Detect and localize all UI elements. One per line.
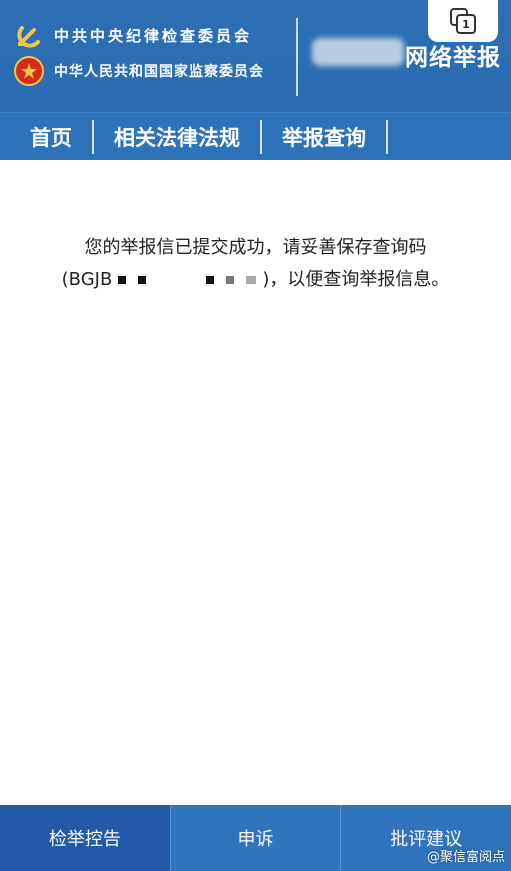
site-title: 网络举报 [405, 45, 501, 71]
header-divider [296, 18, 298, 96]
query-code-prefix: (BGJB [61, 269, 113, 290]
org-ccdi: 中共中央纪律检查委员会 [14, 17, 252, 53]
bottom-tab-report[interactable]: 检举控告 [0, 805, 170, 871]
tab-switcher-button[interactable]: 1 [428, 0, 498, 42]
national-emblem-icon [14, 56, 44, 86]
bottom-tab-appeal[interactable]: 申诉 [169, 805, 341, 871]
redaction-mark [206, 276, 215, 284]
nav-query[interactable]: 举报查询 [262, 119, 388, 154]
org-name-ccdi: 中共中央纪律检查委员会 [54, 26, 253, 45]
message-line-1: 您的举报信已提交成功，请妥善保存查询码 [84, 237, 427, 258]
watermark: @聚信富阅点 [426, 850, 505, 865]
nav-laws[interactable]: 相关法律法规 [94, 119, 262, 154]
redaction-mark [138, 276, 147, 284]
redaction-mark [246, 276, 257, 284]
tab-count: 1 [462, 17, 470, 31]
blurred-logo [312, 38, 404, 66]
party-emblem-icon [14, 20, 44, 50]
nav-home[interactable]: 首页 [0, 119, 94, 154]
site-header: 中共中央纪律检查委员会 中华人民共和国国家监察委员会 网络举报 1 [0, 0, 511, 112]
redaction-mark [226, 276, 235, 284]
main-nav: 首页 相关法律法规 举报查询 [0, 112, 511, 160]
submission-success-message: 您的举报信已提交成功，请妥善保存查询码 (BGJB )，以便查询举报信息。 [0, 232, 511, 296]
org-name-nsc: 中华人民共和国国家监察委员会 [54, 64, 264, 80]
message-line-2: (BGJB )，以便查询举报信息。 [0, 264, 511, 296]
redaction-mark [118, 276, 127, 284]
tabs-icon: 1 [450, 8, 476, 34]
query-code-suffix: )，以便查询举报信息。 [262, 269, 450, 290]
org-nsc: 中华人民共和国国家监察委员会 [14, 53, 264, 89]
